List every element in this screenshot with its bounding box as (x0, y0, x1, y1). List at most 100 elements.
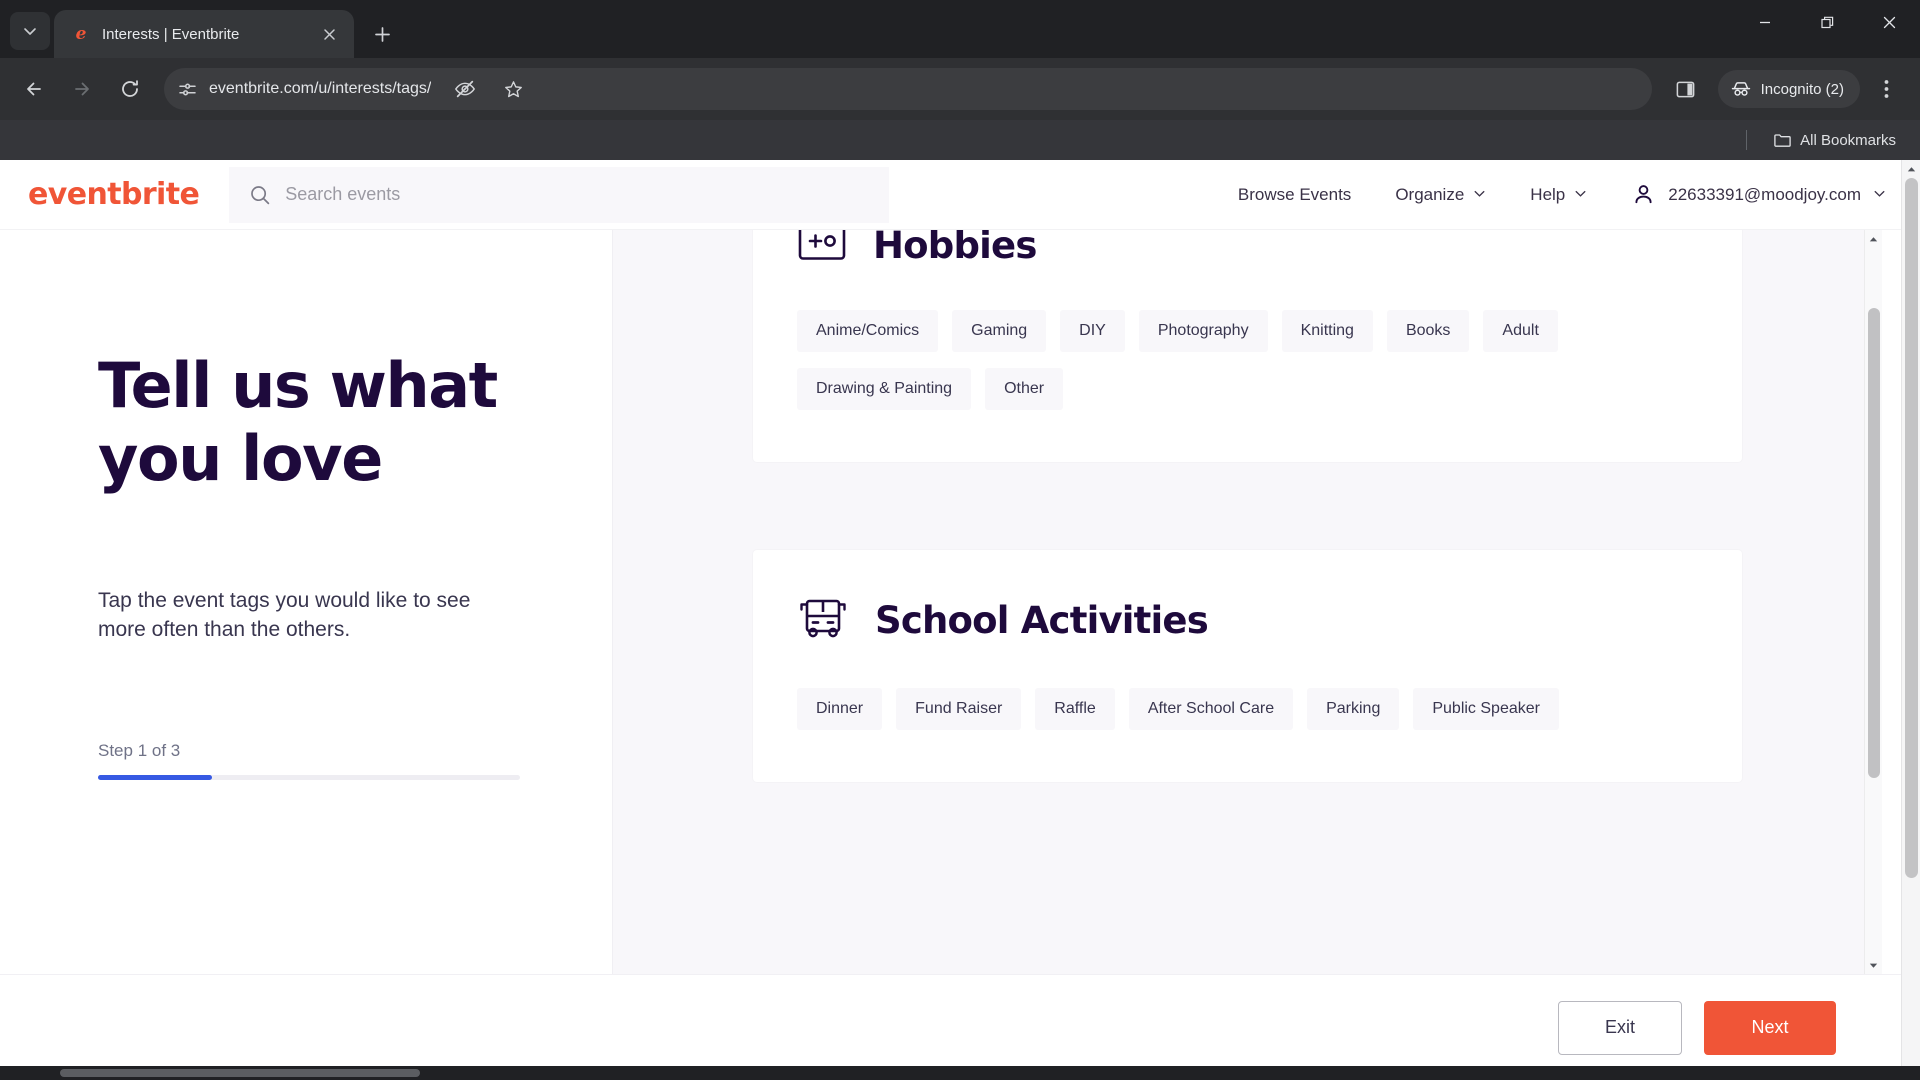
eye-off-icon[interactable] (443, 67, 487, 111)
account-email: 22633391@moodjoy.com (1668, 184, 1861, 204)
star-icon[interactable] (491, 67, 535, 111)
site-settings-icon[interactable] (178, 80, 197, 99)
next-button-label: Next (1751, 1017, 1789, 1037)
nav-label: Browse Events (1237, 184, 1352, 204)
wizard-footer: Exit Next (0, 974, 1920, 1080)
minimize-icon (1760, 21, 1770, 24)
horizontal-scrollbar-thumb[interactable] (60, 1069, 420, 1077)
scrollbar-track[interactable] (1865, 248, 1882, 956)
close-icon[interactable] (316, 21, 342, 47)
nav-help[interactable]: Help (1530, 185, 1587, 205)
nav-browse-events[interactable]: Browse Events (1238, 185, 1351, 205)
scroll-up-arrow[interactable] (1865, 230, 1883, 248)
site-nav: Browse Events Organize Help 22633391@moo… (1238, 182, 1920, 207)
window-controls (1734, 0, 1920, 58)
tag-chip[interactable]: After School Care (1128, 688, 1294, 730)
tag-chip[interactable]: Books (1386, 310, 1470, 352)
side-panel-icon[interactable] (1664, 67, 1708, 111)
card-title: Hobbies (873, 230, 1037, 267)
page-scroll-up-arrow[interactable] (1902, 160, 1920, 178)
eventbrite-logo[interactable]: eventbrite (28, 177, 200, 212)
tab-strip: e Interests | Eventbrite (0, 0, 1920, 58)
nav-organize[interactable]: Organize (1395, 185, 1486, 205)
progress-fill (98, 774, 212, 780)
reload-icon (122, 80, 138, 97)
progress-track (98, 774, 520, 780)
search-icon (249, 184, 271, 206)
chevron-down-icon (24, 28, 36, 35)
bookmarks-bar: All Bookmarks (0, 120, 1920, 160)
intro-panel: Tell us what you love Tap the event tags… (0, 230, 612, 974)
chevron-down-icon (1574, 185, 1587, 205)
browser-tab[interactable]: e Interests | Eventbrite (54, 10, 354, 58)
maximize-button[interactable] (1796, 0, 1858, 44)
page-viewport: eventbrite Search events Browse Events O… (0, 160, 1920, 1080)
tag-chip[interactable]: Photography (1138, 310, 1268, 352)
page-scrollbar-track[interactable] (1902, 178, 1920, 1062)
content-scrollbar[interactable] (1864, 230, 1882, 974)
category-cards: Hobbies Anime/Comics Gaming DIY Photogra… (613, 230, 1882, 782)
url-text[interactable]: eventbrite.com/u/interests/tags/ (209, 80, 431, 98)
folder-icon (1773, 131, 1792, 150)
page-title: Tell us what you love (98, 349, 528, 495)
site-header: eventbrite Search events Browse Events O… (0, 160, 1920, 230)
tag-chip[interactable]: Fund Raiser (896, 688, 1022, 730)
tag-list: Dinner Fund Raiser Raffle After School C… (797, 688, 1698, 730)
horizontal-scrollbar[interactable] (0, 1066, 1920, 1080)
kebab-menu-icon (1884, 80, 1888, 98)
page-scrollbar-thumb[interactable] (1905, 178, 1918, 878)
incognito-label: Incognito (2) (1760, 80, 1844, 98)
tag-chip[interactable]: Other (985, 368, 1064, 410)
all-bookmarks-button[interactable]: All Bookmarks (1765, 127, 1904, 154)
tag-chip[interactable]: Knitting (1281, 310, 1373, 352)
close-icon (1883, 16, 1895, 28)
card-header: School Activities (797, 594, 1698, 646)
back-button[interactable] (12, 67, 56, 111)
arrow-right-icon (75, 82, 89, 96)
tags-scroll-area[interactable]: Hobbies Anime/Comics Gaming DIY Photogra… (612, 230, 1882, 974)
next-button[interactable]: Next (1704, 1000, 1836, 1055)
account-menu[interactable]: 22633391@moodjoy.com (1631, 182, 1886, 207)
arrow-left-icon (27, 82, 41, 96)
step-progress: Step 1 of 3 (98, 741, 520, 780)
tag-chip[interactable]: Raffle (1035, 688, 1115, 730)
tag-chip[interactable]: Public Speaker (1413, 688, 1559, 730)
address-bar[interactable]: eventbrite.com/u/interests/tags/ (164, 68, 1652, 110)
tag-chip[interactable]: Anime/Comics (797, 310, 939, 352)
tag-chip[interactable]: Dinner (797, 688, 883, 730)
headline-line-1: Tell us what (98, 349, 498, 422)
tag-chip[interactable]: Drawing & Painting (797, 368, 972, 410)
scroll-down-arrow[interactable] (1865, 956, 1883, 974)
browser-menu-button[interactable] (1864, 67, 1908, 111)
incognito-indicator[interactable]: Incognito (2) (1717, 70, 1860, 108)
tab-title: Interests | Eventbrite (102, 25, 240, 43)
maximize-icon (1820, 16, 1833, 28)
tag-chip[interactable]: Gaming (952, 310, 1047, 352)
intro-subtext: Tap the event tags you would like to see… (98, 589, 471, 641)
bookmarks-divider (1746, 130, 1748, 150)
page-scrollbar[interactable] (1901, 160, 1920, 1080)
new-tab-button[interactable] (364, 16, 400, 52)
scrollbar-thumb[interactable] (1868, 308, 1880, 778)
reload-button[interactable] (108, 67, 152, 111)
forward-button[interactable] (60, 67, 104, 111)
tag-chip[interactable]: DIY (1060, 310, 1125, 352)
incognito-icon (1730, 78, 1752, 100)
school-bus-icon (797, 594, 849, 646)
omnibox-icons (443, 67, 535, 111)
exit-button[interactable]: Exit (1558, 1000, 1682, 1055)
card-header: Hobbies (797, 230, 1698, 268)
search-placeholder: Search events (285, 184, 401, 204)
tag-chip[interactable]: Adult (1483, 310, 1558, 352)
search-input[interactable]: Search events (229, 166, 890, 223)
chevron-down-icon (1473, 185, 1486, 205)
headline-line-2: you love (98, 421, 383, 495)
close-window-button[interactable] (1858, 0, 1920, 44)
nav-label: Help (1530, 184, 1566, 204)
eventbrite-favicon: e (75, 24, 87, 44)
browser-toolbar: eventbrite.com/u/interests/tags/ Incogni… (0, 58, 1920, 120)
all-bookmarks-label: All Bookmarks (1800, 131, 1896, 149)
minimize-button[interactable] (1734, 0, 1796, 44)
tab-search-button[interactable] (10, 12, 50, 50)
tag-chip[interactable]: Parking (1307, 688, 1400, 730)
